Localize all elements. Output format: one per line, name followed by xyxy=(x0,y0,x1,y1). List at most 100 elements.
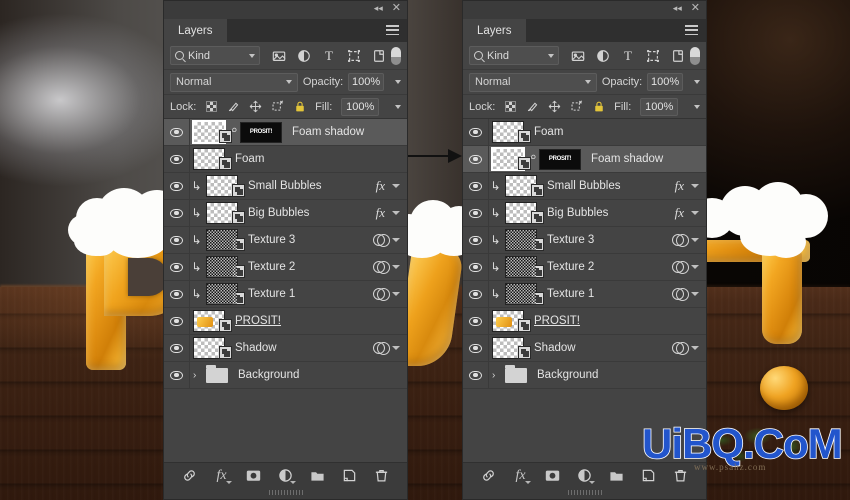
smart-object-filter-icon[interactable] xyxy=(372,49,386,63)
layer-name[interactable]: Foam xyxy=(534,126,563,138)
expand-effects-chevron-icon[interactable] xyxy=(691,184,699,188)
panel-resize-grip[interactable] xyxy=(164,488,407,497)
layer-row[interactable]: Foam xyxy=(164,146,407,173)
layer-name[interactable]: Small Bubbles xyxy=(547,180,621,192)
group-folder-icon[interactable] xyxy=(206,364,228,383)
layer-thumbnail[interactable] xyxy=(192,120,232,144)
layer-thumbnail[interactable] xyxy=(505,229,544,251)
new-group-icon[interactable] xyxy=(310,468,325,483)
layer-row[interactable]: ↳ Small Bubbles fx xyxy=(463,173,706,200)
layer-visibility-toggle[interactable] xyxy=(463,119,489,145)
group-expand-chevron-icon[interactable]: › xyxy=(193,370,203,381)
layer-mask-thumbnail[interactable]: PROSIT! xyxy=(539,148,581,170)
layer-thumbnail[interactable] xyxy=(505,256,544,278)
filter-enable-toggle[interactable] xyxy=(391,46,401,65)
add-layer-mask-icon[interactable] xyxy=(246,468,261,483)
layer-name[interactable]: Foam shadow xyxy=(292,126,364,138)
add-layer-mask-icon[interactable] xyxy=(545,468,560,483)
layer-visibility-toggle[interactable] xyxy=(164,200,190,226)
expand-effects-chevron-icon[interactable] xyxy=(392,346,400,350)
layer-visibility-toggle[interactable] xyxy=(164,227,190,253)
layer-name[interactable]: PROSIT! xyxy=(235,315,281,327)
collapse-panel-icon[interactable]: ◂◂ xyxy=(673,4,682,13)
layer-row[interactable]: ↳ Texture 2 xyxy=(164,254,407,281)
opacity-stepper[interactable] xyxy=(389,73,401,91)
layer-row[interactable]: PROSIT! xyxy=(463,308,706,335)
type-filter-icon[interactable]: T xyxy=(322,49,336,63)
layer-thumbnail[interactable] xyxy=(492,121,531,143)
lock-transparent-pixels-icon[interactable] xyxy=(504,100,517,113)
lock-position-icon[interactable] xyxy=(548,100,561,113)
panel-resize-grip[interactable] xyxy=(463,488,706,497)
adjustment-layer-icon[interactable] xyxy=(373,233,390,247)
shape-filter-icon[interactable] xyxy=(347,49,361,63)
filter-kind-select[interactable]: Kind xyxy=(469,46,559,65)
layer-name[interactable]: Texture 1 xyxy=(547,288,594,300)
layer-visibility-toggle[interactable] xyxy=(463,200,489,226)
layer-name[interactable]: Shadow xyxy=(235,342,277,354)
layer-visibility-toggle[interactable] xyxy=(463,281,489,307)
tab-layers[interactable]: Layers xyxy=(463,19,526,42)
expand-effects-chevron-icon[interactable] xyxy=(392,292,400,296)
layer-row[interactable]: ↳ Big Bubbles fx xyxy=(164,200,407,227)
layer-effects-fx-icon[interactable]: fx xyxy=(675,205,684,221)
layer-thumbnail[interactable] xyxy=(206,202,245,224)
layer-thumbnail[interactable] xyxy=(505,202,544,224)
layer-visibility-toggle[interactable] xyxy=(164,362,190,388)
new-layer-icon[interactable] xyxy=(342,468,357,483)
layer-row[interactable]: ☍ PROSIT! Foam shadow xyxy=(463,146,706,173)
layer-mask-thumbnail[interactable]: PROSIT! xyxy=(240,121,282,143)
layer-visibility-toggle[interactable] xyxy=(463,146,489,172)
layer-row[interactable]: PROSIT! xyxy=(164,308,407,335)
tab-layers[interactable]: Layers xyxy=(164,19,227,42)
layer-thumbnail[interactable] xyxy=(505,283,544,305)
link-layers-icon[interactable] xyxy=(481,468,496,483)
expand-effects-chevron-icon[interactable] xyxy=(691,292,699,296)
layer-row[interactable]: Foam xyxy=(463,119,706,146)
layer-thumbnail[interactable] xyxy=(206,256,245,278)
layer-thumbnail[interactable] xyxy=(193,337,232,359)
adjustment-layer-icon[interactable] xyxy=(672,341,689,355)
expand-effects-chevron-icon[interactable] xyxy=(691,346,699,350)
shape-filter-icon[interactable] xyxy=(646,49,660,63)
lock-artboard-nesting-icon[interactable] xyxy=(570,100,583,113)
panel-menu-icon[interactable] xyxy=(386,25,399,35)
layer-row[interactable]: ↳ Texture 2 xyxy=(463,254,706,281)
layer-visibility-toggle[interactable] xyxy=(164,335,190,361)
expand-effects-chevron-icon[interactable] xyxy=(392,238,400,242)
layer-name[interactable]: Big Bubbles xyxy=(547,207,608,219)
pixel-filter-icon[interactable] xyxy=(571,49,585,63)
layer-visibility-toggle[interactable] xyxy=(463,308,489,334)
layer-thumbnail[interactable] xyxy=(505,175,544,197)
layer-visibility-toggle[interactable] xyxy=(164,308,190,334)
layer-row[interactable]: ↳ Texture 3 xyxy=(164,227,407,254)
new-group-icon[interactable] xyxy=(609,468,624,483)
link-layers-icon[interactable] xyxy=(182,468,197,483)
lock-position-icon[interactable] xyxy=(249,100,262,113)
layer-visibility-toggle[interactable] xyxy=(164,254,190,280)
layer-name[interactable]: Shadow xyxy=(534,342,576,354)
adjustment-layer-icon[interactable] xyxy=(672,233,689,247)
adjustment-layer-icon[interactable] xyxy=(672,260,689,274)
type-filter-icon[interactable]: T xyxy=(621,49,635,63)
adjustment-layer-icon[interactable] xyxy=(672,287,689,301)
layer-name[interactable]: Big Bubbles xyxy=(248,207,309,219)
layer-name[interactable]: Texture 3 xyxy=(547,234,594,246)
panel-menu-icon[interactable] xyxy=(685,25,698,35)
delete-layer-icon[interactable] xyxy=(374,468,389,483)
smart-object-filter-icon[interactable] xyxy=(671,49,685,63)
layer-thumbnail[interactable] xyxy=(491,147,531,171)
close-icon[interactable]: ✕ xyxy=(691,3,700,14)
expand-effects-chevron-icon[interactable] xyxy=(691,265,699,269)
layer-name[interactable]: Background xyxy=(537,369,598,381)
layer-style-fx-icon[interactable]: fx xyxy=(214,468,232,484)
adjustment-filter-icon[interactable] xyxy=(297,49,311,63)
opacity-input[interactable]: 100% xyxy=(348,73,384,91)
adjustment-filter-icon[interactable] xyxy=(596,49,610,63)
layer-thumbnail[interactable] xyxy=(492,310,531,332)
fill-input[interactable]: 100% xyxy=(341,97,380,116)
layer-name[interactable]: Foam shadow xyxy=(591,153,663,165)
blend-mode-select[interactable]: Normal xyxy=(170,72,298,92)
opacity-input[interactable]: 100% xyxy=(647,73,683,91)
fill-input[interactable]: 100% xyxy=(640,97,679,116)
